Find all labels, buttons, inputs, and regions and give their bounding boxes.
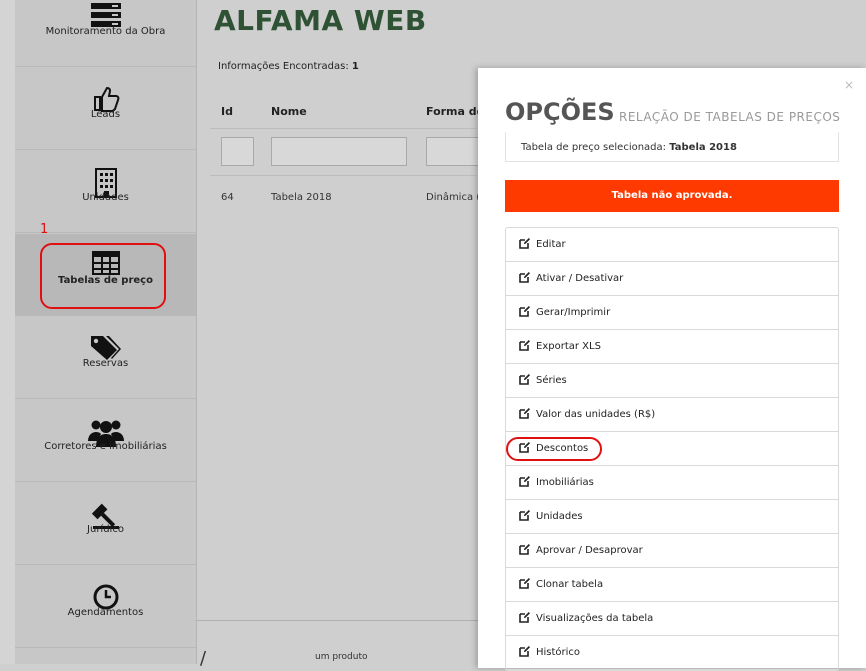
edit-icon — [519, 271, 536, 286]
sidebar-item-reservas[interactable]: Reservas — [15, 317, 196, 399]
edit-icon — [519, 611, 536, 626]
filter-id-input[interactable] — [221, 137, 254, 166]
option-item[interactable]: Imobiliárias — [506, 466, 838, 500]
page-title: ALFAMA WEB — [214, 4, 427, 37]
filter-forma-input[interactable] — [426, 137, 486, 166]
option-label: Editar — [536, 239, 566, 250]
option-label: Exportar XLS — [536, 341, 601, 352]
option-item[interactable]: Clonar tabela — [506, 568, 838, 602]
selected-table-value: Tabela 2018 — [669, 142, 737, 153]
results-count-label: Informações Encontradas: — [218, 61, 349, 72]
option-label: Ativar / Desativar — [536, 273, 624, 284]
sidebar-item-leads[interactable]: Leads — [15, 68, 196, 150]
edit-icon — [519, 475, 536, 490]
annotation-step-1: 1 — [40, 222, 49, 237]
sidebar-item-corretores[interactable]: Corretores e imobiliárias — [15, 400, 196, 482]
sidebar-item-label: Reservas — [82, 358, 129, 369]
close-icon[interactable]: × — [844, 78, 854, 92]
option-item[interactable]: Séries — [506, 364, 838, 398]
column-header-nome[interactable]: Nome — [271, 105, 307, 118]
modal-title: OPÇÕES — [505, 98, 615, 126]
sidebar-item-unidades[interactable]: Unidades — [15, 151, 196, 233]
option-label: Aprovar / Desaprovar — [536, 545, 643, 556]
sidebar-item-label: Corretores e imobiliárias — [44, 441, 167, 452]
options-modal: × OPÇÕES RELAÇÃO DE TABELAS DE PREÇOS Ta… — [478, 68, 866, 671]
option-label: Clonar tabela — [536, 579, 604, 590]
option-item[interactable]: Aprovar / Desaprovar — [506, 534, 838, 568]
edit-icon — [519, 645, 536, 660]
column-header-id[interactable]: Id — [221, 105, 233, 118]
edit-icon — [519, 577, 536, 592]
option-item[interactable]: Valor das unidades (R$) — [506, 398, 838, 432]
option-item[interactable]: Exportar XLS — [506, 330, 838, 364]
sidebar-left-strip — [0, 0, 15, 664]
edit-icon — [519, 305, 536, 320]
status-alert: Tabela não aprovada. — [505, 180, 839, 212]
selected-table-label: Tabela de preço selecionada: — [521, 142, 667, 153]
option-label: Séries — [536, 375, 567, 386]
sidebar: Monitoramento da Obra Leads Unidades Tab… — [15, 0, 197, 664]
edit-icon — [519, 509, 536, 524]
sidebar-item-label: Jurídico — [87, 524, 124, 535]
option-label: Unidades — [536, 511, 583, 522]
sidebar-item-monitoramento[interactable]: Monitoramento da Obra — [15, 0, 196, 67]
option-label: Histórico — [536, 647, 581, 658]
option-label: Visualizações da tabela — [536, 613, 654, 624]
option-item[interactable]: Unidades — [506, 500, 838, 534]
option-item[interactable]: Editar — [506, 228, 838, 262]
filter-nome-input[interactable] — [271, 137, 407, 166]
annotation-highlight-tabelas — [40, 243, 166, 309]
sidebar-item-label: Monitoramento da Obra — [45, 26, 166, 37]
table-divider — [210, 128, 476, 129]
option-item[interactable]: Histórico — [506, 636, 838, 670]
edit-icon — [519, 543, 536, 558]
footer-logo-mark: / — [200, 648, 207, 669]
annotation-highlight-descontos — [506, 437, 602, 461]
edit-icon — [519, 237, 536, 252]
sidebar-item-agendamentos[interactable]: Agendamentos — [15, 566, 196, 648]
edit-icon — [519, 373, 536, 388]
option-item[interactable]: Ativar / Desativar — [506, 262, 838, 296]
cell-nome[interactable]: Tabela 2018 — [271, 192, 332, 203]
sidebar-item-juridico[interactable]: Jurídico — [15, 483, 196, 565]
sidebar-item-label: Unidades — [82, 192, 129, 203]
footer-text: um produto — [315, 652, 368, 662]
footer-divider — [196, 620, 486, 621]
edit-icon — [519, 339, 536, 354]
cell-id: 64 — [221, 192, 234, 203]
option-label: Valor das unidades (R$) — [536, 409, 656, 420]
option-label: Gerar/Imprimir — [536, 307, 611, 318]
option-item[interactable]: Gerar/Imprimir — [506, 296, 838, 330]
modal-subtitle: RELAÇÃO DE TABELAS DE PREÇOS — [619, 110, 841, 124]
sidebar-item-label: Leads — [90, 109, 121, 120]
sidebar-item-label: Agendamentos — [67, 607, 144, 618]
table-divider — [210, 175, 476, 176]
option-label: Imobiliárias — [536, 477, 594, 488]
option-item[interactable]: Visualizações da tabela — [506, 602, 838, 636]
results-count-value: 1 — [351, 61, 359, 72]
selected-table-info: Tabela de preço selecionada: Tabela 2018 — [505, 132, 839, 162]
edit-icon — [519, 407, 536, 422]
results-count: Informações Encontradas: 1 — [218, 61, 359, 72]
